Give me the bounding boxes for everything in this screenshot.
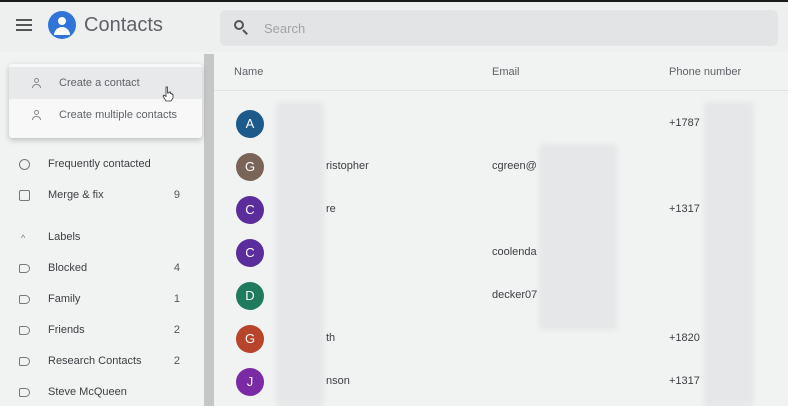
sidebar-item-label: Frequently contacted (48, 158, 151, 170)
sidebar-label-research-contacts[interactable]: Research Contacts 2 (0, 349, 190, 375)
contact-phone: +1787 (669, 117, 700, 129)
contacts-app-window: Contacts Search Frequently contacted Mer… (0, 2, 788, 406)
label-icon (19, 388, 30, 397)
sidebar-item-label: Merge & fix (48, 189, 104, 201)
table-row[interactable]: C coolenda (214, 231, 788, 275)
avatar: A (236, 110, 264, 138)
avatar: J (236, 368, 264, 396)
contact-name: ristopher (326, 160, 369, 172)
search-bar[interactable]: Search (220, 10, 778, 46)
table-row[interactable]: A +1787 (214, 102, 788, 146)
table-row[interactable]: J nson +1317 (214, 360, 788, 404)
labels-header: Labels (48, 231, 81, 243)
column-header-email[interactable]: Email (492, 66, 520, 78)
people-add-icon (31, 110, 41, 120)
contact-phone: +1820 (669, 332, 700, 344)
hamburger-menu-icon[interactable] (16, 19, 32, 31)
sidebar-item-label: Friends (48, 324, 85, 336)
menu-item-label: Create a contact (59, 77, 140, 89)
contact-phone: +1317 (669, 375, 700, 387)
table-row[interactable]: G ristopher cgreen@ (214, 145, 788, 189)
app-header: Contacts Search (0, 2, 788, 52)
menu-item-label: Create multiple contacts (59, 109, 177, 121)
sidebar-item-label: Blocked (48, 262, 88, 274)
contact-email: coolenda (492, 246, 537, 258)
contact-email: cgreen@ (492, 160, 537, 172)
sidebar-item-count: 1 (173, 293, 180, 305)
chevron-up-icon: ^ (21, 233, 26, 243)
sidebar-scrollbar[interactable] (204, 54, 214, 406)
label-icon (19, 357, 30, 366)
sidebar-item-frequently-contacted[interactable]: Frequently contacted (0, 152, 190, 178)
sidebar-item-count: 2 (173, 324, 180, 336)
contacts-list: Name Email Phone number A +1787 G ristop… (214, 52, 788, 406)
avatar: C (236, 196, 264, 224)
table-row[interactable]: G th +1820 (214, 317, 788, 361)
sidebar-item-count: 9 (173, 189, 180, 201)
table-row[interactable]: C re +1317 (214, 188, 788, 232)
table-row[interactable]: D decker07 (214, 274, 788, 318)
search-icon[interactable] (234, 20, 248, 35)
contact-name: nson (326, 375, 350, 387)
label-icon (19, 264, 30, 273)
sidebar-label-friends[interactable]: Friends 2 (0, 318, 190, 344)
contacts-logo-icon (48, 11, 76, 39)
sidebar-label-blocked[interactable]: Blocked 4 (0, 256, 190, 282)
person-add-icon (31, 78, 41, 88)
sidebar-item-count: 2 (173, 355, 180, 367)
history-icon (19, 159, 30, 170)
sidebar-item-count: 4 (173, 262, 180, 274)
merge-icon (19, 190, 30, 201)
sidebar-item-label: Family (48, 293, 81, 305)
create-multiple-contacts-option[interactable]: Create multiple contacts (9, 99, 202, 131)
label-icon (19, 295, 30, 304)
sidebar-item-merge-fix[interactable]: Merge & fix 9 (0, 183, 190, 209)
sidebar-label-steve-mcqueen[interactable]: Steve McQueen (0, 380, 190, 406)
contact-name: re (326, 203, 336, 215)
header-divider (214, 90, 788, 91)
avatar: D (236, 282, 264, 310)
avatar: G (236, 153, 264, 181)
search-input[interactable]: Search (264, 21, 305, 36)
avatar: C (236, 239, 264, 267)
avatar: G (236, 325, 264, 353)
contact-phone: +1317 (669, 203, 700, 215)
labels-section-toggle[interactable]: ^ Labels (0, 225, 190, 251)
contact-email: decker07 (492, 289, 538, 301)
sidebar-label-family[interactable]: Family 1 (0, 287, 190, 313)
sidebar-item-label: Research Contacts (48, 355, 142, 367)
column-header-name[interactable]: Name (234, 66, 263, 78)
column-header-phone[interactable]: Phone number (669, 66, 741, 78)
app-title: Contacts (84, 14, 163, 36)
label-icon (19, 326, 30, 335)
sidebar-item-label: Steve McQueen (48, 386, 127, 398)
hand-cursor-icon (162, 86, 174, 102)
contact-name: th (326, 332, 336, 344)
